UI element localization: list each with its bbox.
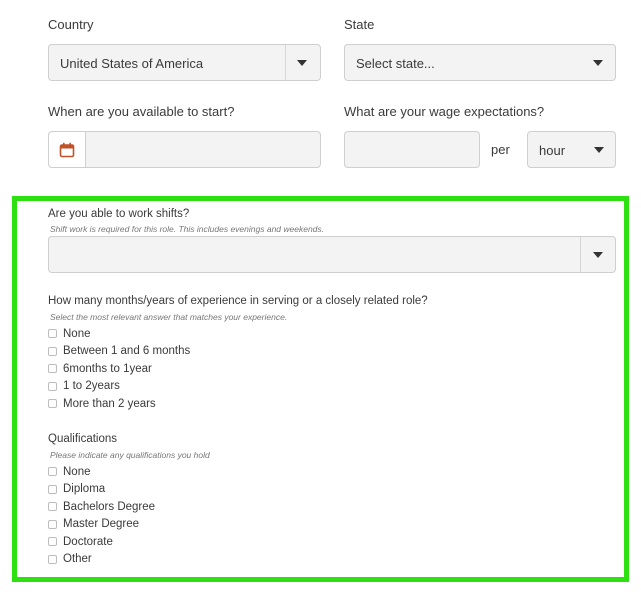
calendar-icon bbox=[59, 142, 75, 158]
checkbox[interactable] bbox=[48, 346, 57, 356]
checkbox[interactable] bbox=[48, 554, 57, 564]
experience-option[interactable]: 6months to 1year bbox=[48, 360, 190, 378]
chevron-down-icon[interactable] bbox=[297, 60, 307, 66]
country-select[interactable]: United States of America bbox=[48, 44, 321, 81]
country-select-value: United States of America bbox=[60, 56, 204, 71]
option-label: Master Degree bbox=[63, 518, 140, 531]
option-label: More than 2 years bbox=[63, 397, 156, 410]
country-select-divider bbox=[285, 45, 286, 80]
qualifications-options: None Diploma Bachelors Degree Master Deg… bbox=[48, 463, 155, 568]
qualification-option[interactable]: Bachelors Degree bbox=[48, 498, 155, 516]
chevron-down-icon[interactable] bbox=[593, 60, 603, 66]
experience-option[interactable]: None bbox=[48, 325, 190, 343]
checkbox[interactable] bbox=[48, 399, 57, 409]
qualification-option[interactable]: None bbox=[48, 463, 155, 481]
experience-hint: Select the most relevant answer that mat… bbox=[50, 312, 288, 322]
checkbox[interactable] bbox=[48, 519, 57, 529]
qualifications-question: Qualifications bbox=[48, 433, 118, 445]
shifts-question: Are you able to work shifts? bbox=[48, 208, 190, 220]
option-label: None bbox=[63, 465, 91, 478]
option-label: 6months to 1year bbox=[63, 362, 152, 375]
calendar-button[interactable] bbox=[49, 132, 86, 167]
start-date-field[interactable] bbox=[48, 131, 321, 168]
option-label: None bbox=[63, 327, 91, 340]
wage-period-value: hour bbox=[539, 143, 566, 158]
qualifications-hint: Please indicate any qualifications you h… bbox=[50, 450, 210, 460]
state-label: State bbox=[344, 17, 375, 32]
experience-option[interactable]: More than 2 years bbox=[48, 395, 190, 413]
option-label: Other bbox=[63, 553, 92, 566]
wage-label: What are your wage expectations? bbox=[344, 104, 545, 119]
country-label: Country bbox=[48, 17, 94, 32]
checkbox[interactable] bbox=[48, 502, 57, 512]
qualification-option[interactable]: Diploma bbox=[48, 481, 155, 499]
state-select-placeholder: Select state... bbox=[356, 56, 435, 71]
chevron-down-icon[interactable] bbox=[593, 252, 603, 258]
start-date-label: When are you available to start? bbox=[48, 104, 235, 119]
experience-question: How many months/years of experience in s… bbox=[48, 295, 428, 307]
option-label: 1 to 2years bbox=[63, 380, 120, 393]
checkbox[interactable] bbox=[48, 484, 57, 494]
checkbox[interactable] bbox=[48, 537, 57, 547]
experience-option[interactable]: 1 to 2years bbox=[48, 378, 190, 396]
qualification-option[interactable]: Doctorate bbox=[48, 533, 155, 551]
option-label: Between 1 and 6 months bbox=[63, 345, 191, 358]
checkbox[interactable] bbox=[48, 381, 57, 391]
shifts-select[interactable] bbox=[48, 236, 616, 273]
checkbox[interactable] bbox=[48, 364, 57, 374]
experience-options: None Between 1 and 6 months 6months to 1… bbox=[48, 325, 190, 413]
option-label: Doctorate bbox=[63, 535, 113, 548]
shifts-hint: Shift work is required for this role. Th… bbox=[50, 224, 325, 234]
checkbox[interactable] bbox=[48, 467, 57, 477]
state-select[interactable]: Select state... bbox=[344, 44, 616, 81]
option-label: Bachelors Degree bbox=[63, 500, 156, 513]
qualification-option[interactable]: Master Degree bbox=[48, 516, 155, 534]
wage-per-label: per bbox=[491, 142, 510, 157]
shifts-select-divider bbox=[580, 237, 581, 272]
wage-input[interactable] bbox=[344, 131, 480, 168]
qualification-option[interactable]: Other bbox=[48, 551, 155, 569]
wage-period-select[interactable]: hour bbox=[527, 131, 616, 168]
checkbox[interactable] bbox=[48, 329, 57, 339]
experience-option[interactable]: Between 1 and 6 months bbox=[48, 343, 190, 361]
option-label: Diploma bbox=[63, 483, 106, 496]
chevron-down-icon[interactable] bbox=[594, 147, 604, 153]
